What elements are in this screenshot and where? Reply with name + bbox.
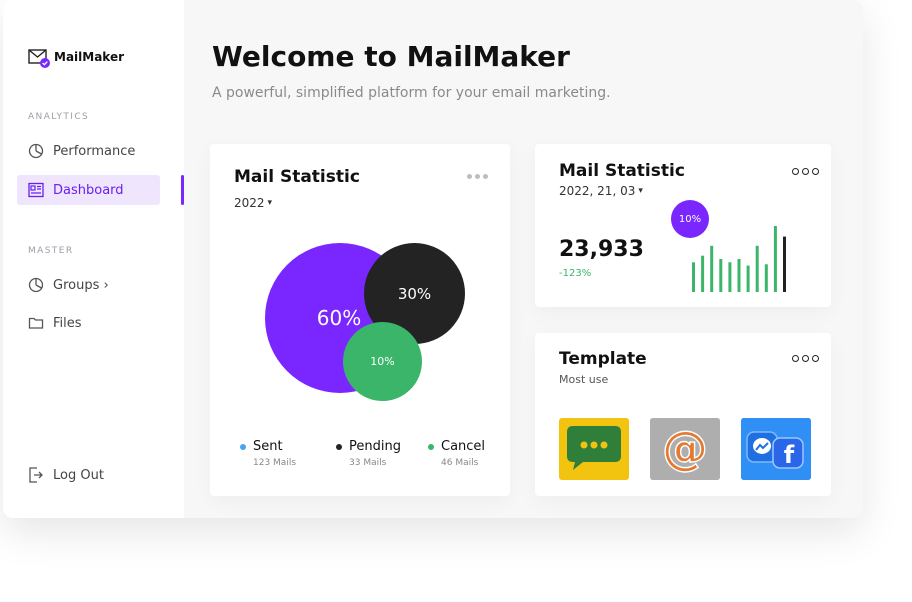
legend-label: Cancel xyxy=(441,439,486,454)
logout-label: Log Out xyxy=(53,467,104,483)
date-value: 2022, 21, 03 xyxy=(559,184,636,198)
mail-statistic-card: Mail Statistic 2022 ▾ 60% 30% 10% Sent 1… xyxy=(210,144,510,496)
mail-logo-icon xyxy=(28,47,50,68)
sidebar-item-label: Performance xyxy=(53,143,136,159)
section-label-analytics: ANALYTICS xyxy=(28,112,90,122)
legend-pending: Pending 33 Mails xyxy=(336,439,401,468)
logo[interactable]: MailMaker xyxy=(28,47,125,68)
social-icons-thumbnail[interactable]: f xyxy=(741,418,811,480)
card-title: Mail Statistic xyxy=(234,167,360,187)
sidebar-item-groups[interactable]: Groups › xyxy=(17,270,160,300)
sidebar-item-label: Files xyxy=(53,315,82,331)
app-window: MailMaker ANALYTICS Performance Dashboar… xyxy=(3,0,863,518)
sidebar: MailMaker ANALYTICS Performance Dashboar… xyxy=(3,0,184,518)
at-sign-thumbnail[interactable]: @ xyxy=(650,418,720,480)
more-options-icon[interactable] xyxy=(467,174,488,179)
more-options-icon[interactable] xyxy=(792,355,819,362)
bubble-sent-label: 60% xyxy=(316,306,362,330)
svg-text:@: @ xyxy=(662,421,708,475)
sidebar-item-label: Groups › xyxy=(53,277,109,293)
mini-bar-chart xyxy=(692,226,786,292)
card-title: Template xyxy=(559,349,647,369)
pending-dot xyxy=(336,443,342,450)
legend-cancel: Cancel 46 Mails xyxy=(428,439,485,468)
bubble-cancel: 10% xyxy=(343,322,422,401)
logout-button[interactable]: Log Out xyxy=(17,460,160,490)
cancel-dot xyxy=(428,443,434,450)
mail-statistic-mini-card: Mail Statistic 2022, 21, 03 ▾ 23,933 -12… xyxy=(535,144,831,307)
bubble-pending-label: 30% xyxy=(397,284,432,303)
mini-bar xyxy=(755,245,759,292)
date-dropdown[interactable]: 2022, 21, 03 ▾ xyxy=(559,184,643,198)
mini-bar xyxy=(746,265,750,292)
legend-label: Sent xyxy=(253,439,283,454)
sent-dot xyxy=(240,443,246,450)
mini-bar xyxy=(719,259,723,292)
mini-bar xyxy=(773,226,777,292)
sidebar-item-performance[interactable]: Performance xyxy=(17,136,160,166)
template-card: Template Most use @ f xyxy=(535,333,831,496)
folder-icon xyxy=(27,314,45,332)
mini-bar xyxy=(692,262,695,292)
card-title: Mail Statistic xyxy=(559,161,685,181)
legend-sent: Sent 123 Mails xyxy=(240,439,296,468)
dashboard-icon xyxy=(27,181,45,199)
mini-bar xyxy=(737,259,741,292)
year-dropdown[interactable]: 2022 ▾ xyxy=(234,196,272,210)
active-indicator xyxy=(181,175,184,205)
chevron-down-icon: ▾ xyxy=(638,186,643,196)
pie-chart-icon xyxy=(27,142,45,160)
mini-bar xyxy=(728,262,732,292)
page-subtitle: A powerful, simplified platform for your… xyxy=(212,85,611,101)
page-title: Welcome to MailMaker xyxy=(212,40,570,73)
app-name: MailMaker xyxy=(54,50,125,64)
legend-label: Pending xyxy=(349,439,401,454)
card-subtitle: Most use xyxy=(559,373,609,386)
legend-sub: 123 Mails xyxy=(253,458,297,468)
total-mails-value: 23,933 xyxy=(559,237,644,262)
change-value: -123% xyxy=(559,268,592,279)
mini-bar xyxy=(701,255,705,292)
sidebar-item-files[interactable]: Files xyxy=(17,308,160,338)
chevron-down-icon: ▾ xyxy=(267,198,273,208)
year-value: 2022 xyxy=(234,196,265,210)
pie-chart-icon xyxy=(27,276,45,294)
more-options-icon[interactable] xyxy=(792,168,819,175)
svg-text:f: f xyxy=(784,441,795,469)
logout-icon xyxy=(27,466,45,484)
chat-bubble-thumbnail[interactable] xyxy=(559,418,629,480)
mini-bar xyxy=(783,236,786,292)
section-label-master: MASTER xyxy=(28,246,74,256)
mini-bar xyxy=(710,245,714,292)
mini-bar xyxy=(764,264,768,292)
legend-sub: 33 Mails xyxy=(349,458,387,468)
bubble-cancel-label: 10% xyxy=(370,355,395,368)
sidebar-item-dashboard[interactable]: Dashboard xyxy=(17,175,160,205)
sidebar-item-label: Dashboard xyxy=(53,182,124,198)
legend-sub: 46 Mails xyxy=(441,458,479,468)
